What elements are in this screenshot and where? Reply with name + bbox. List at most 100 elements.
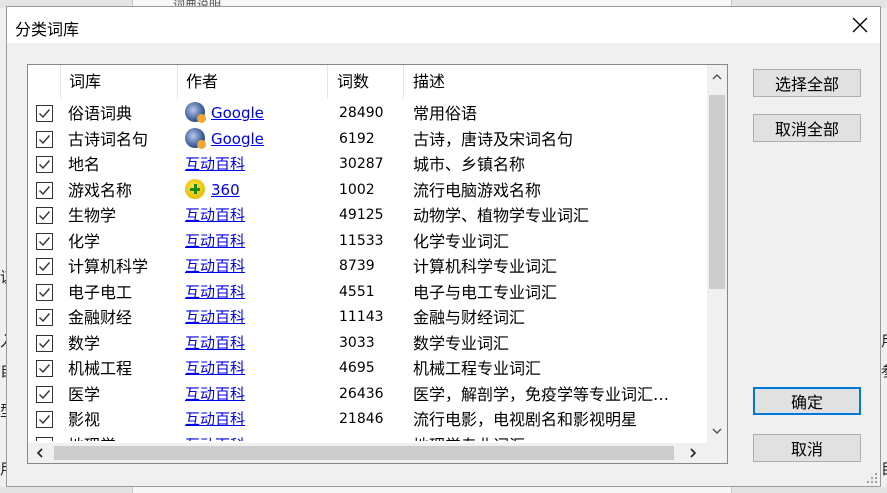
author-link[interactable]: Google bbox=[211, 130, 264, 148]
table-row[interactable]: 电子电工 互动百科 4551 电子与电工专业词汇 bbox=[28, 280, 708, 306]
dialog-titlebar[interactable]: 分类词库 bbox=[7, 7, 880, 43]
header-checkbox-column[interactable] bbox=[28, 65, 61, 99]
table-row[interactable]: 计算机科学 互动百科 8739 计算机科学专业词汇 bbox=[28, 254, 708, 280]
background-text-right-3: 目 bbox=[881, 458, 887, 479]
horizontal-scroll-thumb[interactable] bbox=[54, 446, 674, 460]
table-row[interactable]: 地理学 互动百科 地理学专业词汇 bbox=[28, 433, 708, 442]
author-link[interactable]: 互动百科 bbox=[185, 257, 245, 275]
row-description: 城市、乡镇名称 bbox=[413, 155, 526, 174]
scroll-up-arrow-icon[interactable] bbox=[707, 67, 727, 87]
row-name: 地理学 bbox=[68, 433, 168, 442]
row-author: 互动百科 bbox=[185, 305, 325, 330]
row-checkbox[interactable] bbox=[36, 258, 53, 275]
author-link[interactable]: 互动百科 bbox=[185, 436, 245, 442]
dictionary-list[interactable]: 词库 作者 词数 描述 俗语词典 Google 28490 常用俗语 古诗词名句 Goog… bbox=[27, 64, 728, 464]
author-link[interactable]: 互动百科 bbox=[185, 359, 245, 377]
row-author: 互动百科 bbox=[185, 254, 325, 279]
row-word-count: 6192 bbox=[339, 130, 375, 147]
checkbox-checked-icon bbox=[36, 334, 53, 352]
header-desc[interactable]: 描述 bbox=[404, 65, 708, 99]
row-author: 互动百科 bbox=[185, 331, 325, 356]
row-author: 互动百科 bbox=[185, 356, 325, 381]
table-row[interactable]: 游戏名称 360 1002 流行电脑游戏名称 bbox=[28, 178, 708, 204]
row-checkbox[interactable] bbox=[36, 411, 53, 428]
author-link[interactable]: Google bbox=[211, 104, 264, 122]
checkbox-checked-icon bbox=[36, 105, 53, 122]
row-checkbox[interactable] bbox=[36, 232, 53, 250]
cancel-button[interactable]: 取消 bbox=[753, 434, 861, 462]
author-link[interactable]: 互动百科 bbox=[185, 334, 245, 352]
author-link[interactable]: 360 bbox=[211, 181, 240, 199]
row-checkbox[interactable] bbox=[36, 181, 53, 199]
horizontal-scrollbar[interactable] bbox=[28, 443, 707, 463]
360-icon bbox=[185, 178, 205, 199]
list-header: 词库 作者 词数 描述 bbox=[28, 65, 708, 99]
table-row[interactable]: 古诗词名句 Google 6192 古诗，唐诗及宋词名句 bbox=[28, 127, 708, 153]
row-word-count: 11143 bbox=[339, 309, 384, 325]
row-author: Google bbox=[185, 101, 325, 126]
table-row[interactable]: 影视 互动百科 21846 流行电影，电视剧名和影视明星 bbox=[28, 407, 708, 433]
table-row[interactable]: 化学 互动百科 11533 化学专业词汇 bbox=[28, 229, 708, 255]
resize-grip-icon[interactable] bbox=[866, 472, 878, 484]
table-row[interactable]: 地名 互动百科 30287 城市、乡镇名称 bbox=[28, 152, 708, 178]
row-checkbox[interactable] bbox=[36, 360, 53, 377]
row-author: 互动百科 bbox=[185, 152, 325, 177]
row-name: 影视 bbox=[68, 410, 101, 429]
table-row[interactable]: 机械工程 互动百科 4695 机械工程专业词汇 bbox=[28, 356, 708, 382]
background-window-bottom bbox=[0, 487, 887, 493]
author-link[interactable]: 互动百科 bbox=[185, 410, 245, 428]
author-link[interactable]: 互动百科 bbox=[185, 283, 245, 301]
row-checkbox[interactable] bbox=[36, 385, 53, 403]
row-author: 互动百科 bbox=[185, 407, 325, 432]
row-checkbox[interactable] bbox=[36, 156, 53, 173]
checkbox-checked-icon bbox=[36, 258, 53, 275]
close-button[interactable] bbox=[848, 13, 872, 37]
row-name: 生物学 bbox=[68, 206, 117, 225]
checkbox-checked-icon bbox=[36, 156, 53, 173]
row-checkbox[interactable] bbox=[36, 436, 53, 441]
close-icon bbox=[852, 17, 868, 33]
row-checkbox[interactable] bbox=[36, 105, 53, 122]
header-author[interactable]: 作者 bbox=[178, 65, 328, 99]
checkbox-checked-icon bbox=[36, 181, 53, 199]
author-link[interactable]: 互动百科 bbox=[185, 206, 245, 224]
row-name: 金融财经 bbox=[68, 308, 133, 327]
row-name: 计算机科学 bbox=[68, 257, 149, 276]
vertical-scrollbar[interactable] bbox=[707, 65, 727, 443]
row-checkbox[interactable] bbox=[36, 309, 53, 326]
scroll-left-arrow-icon[interactable] bbox=[30, 443, 50, 463]
row-checkbox[interactable] bbox=[36, 130, 53, 148]
table-row[interactable]: 数学 互动百科 3033 数学专业词汇 bbox=[28, 331, 708, 357]
author-link[interactable]: 互动百科 bbox=[185, 385, 245, 403]
row-word-count: 3033 bbox=[339, 334, 375, 351]
scroll-right-arrow-icon[interactable] bbox=[683, 443, 703, 463]
row-author: 互动百科 bbox=[185, 433, 325, 442]
row-checkbox[interactable] bbox=[36, 207, 53, 224]
row-name: 电子电工 bbox=[68, 282, 133, 302]
select-all-button[interactable]: 选择全部 bbox=[753, 69, 861, 97]
background-text-right-2: 参 bbox=[881, 360, 887, 381]
table-row[interactable]: 生物学 互动百科 49125 动物学、植物学专业词汇 bbox=[28, 203, 708, 229]
author-link[interactable]: 互动百科 bbox=[185, 232, 245, 250]
table-row[interactable]: 医学 互动百科 26436 医学，解剖学，免疫学等专业词汇… bbox=[28, 382, 708, 408]
checkbox-checked-icon bbox=[36, 436, 53, 441]
table-row[interactable]: 金融财经 互动百科 11143 金融与财经词汇 bbox=[28, 305, 708, 331]
author-link[interactable]: 互动百科 bbox=[185, 308, 245, 326]
row-word-count: 30287 bbox=[339, 156, 384, 172]
row-name: 机械工程 bbox=[68, 359, 133, 378]
checkbox-checked-icon bbox=[36, 207, 53, 224]
deselect-all-button[interactable]: 取消全部 bbox=[753, 114, 861, 142]
row-checkbox[interactable] bbox=[36, 334, 53, 352]
table-row[interactable]: 俗语词典 Google 28490 常用俗语 bbox=[28, 101, 708, 127]
row-name: 地名 bbox=[68, 155, 101, 174]
row-description: 流行电脑游戏名称 bbox=[413, 180, 542, 200]
header-name[interactable]: 词库 bbox=[61, 65, 178, 99]
row-checkbox[interactable] bbox=[36, 283, 53, 301]
header-count[interactable]: 词数 bbox=[328, 65, 404, 99]
author-link[interactable]: 互动百科 bbox=[185, 155, 245, 173]
row-description: 地理学专业词汇 bbox=[413, 433, 705, 442]
row-word-count: 8739 bbox=[339, 258, 375, 274]
scroll-down-arrow-icon[interactable] bbox=[707, 421, 727, 441]
ok-button[interactable]: 确定 bbox=[753, 387, 861, 415]
vertical-scroll-thumb[interactable] bbox=[709, 95, 725, 289]
